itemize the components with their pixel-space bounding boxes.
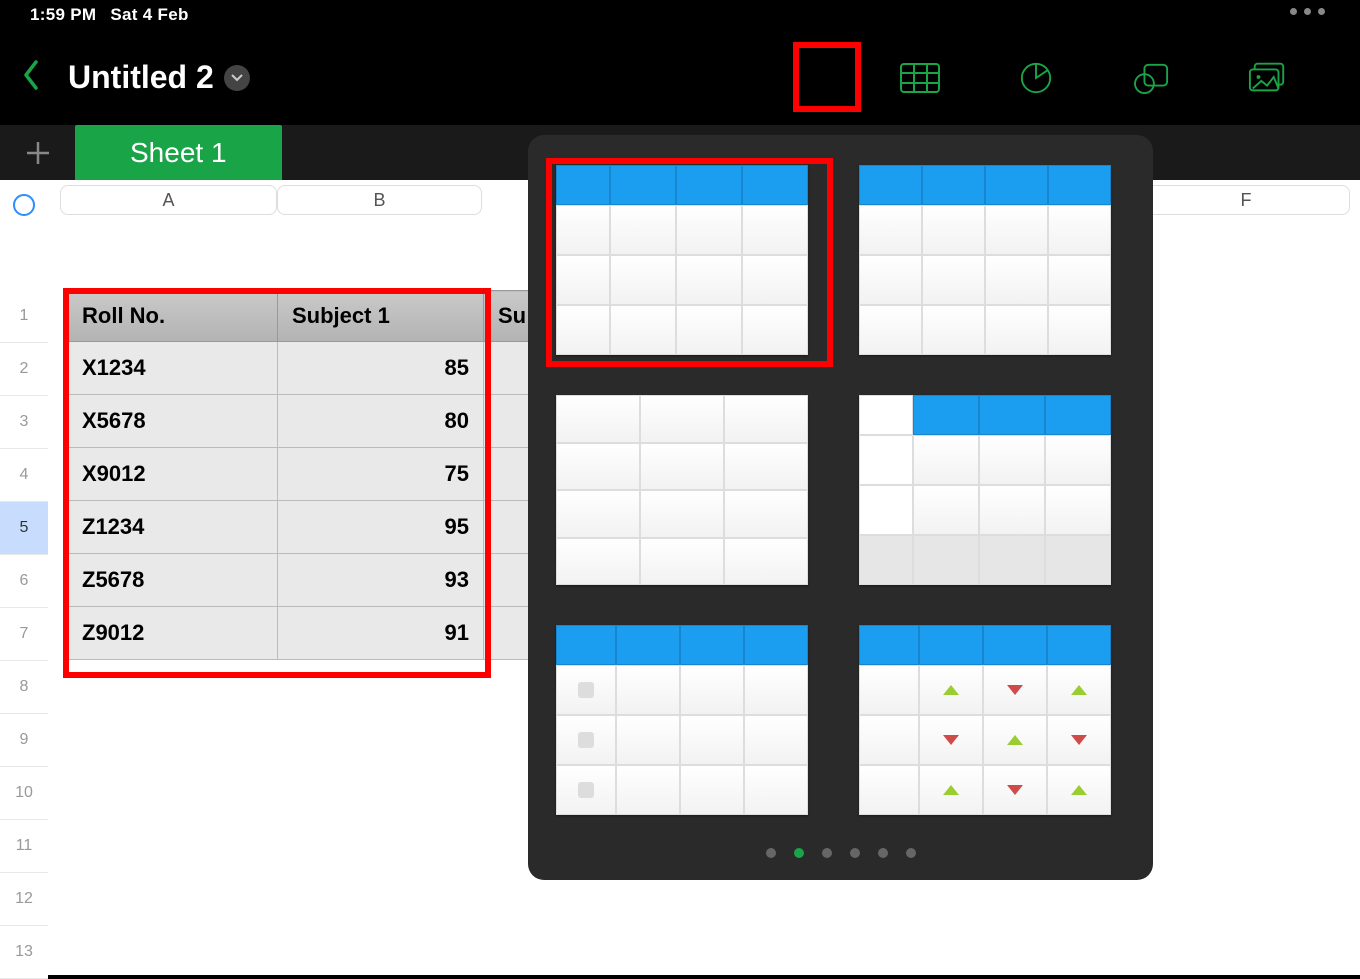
table-header-row: Roll No. Subject 1 Su [68,291,541,342]
data-table[interactable]: Roll No. Subject 1 Su X123485X567880X901… [67,290,541,660]
template-option-1[interactable] [556,165,808,355]
cell-roll[interactable]: X1234 [68,342,278,395]
pager-dot[interactable] [878,848,888,858]
select-all-corner[interactable] [0,180,48,230]
row-header-8[interactable]: 8 [0,661,48,714]
status-date: Sat 4 Feb [110,5,188,25]
row-header-13[interactable]: 13 [0,926,48,979]
template-grid [556,165,1125,815]
checkbox-icon [578,782,594,798]
cell-roll[interactable]: X9012 [68,448,278,501]
template-pager[interactable] [528,848,1153,858]
add-sheet-button[interactable] [0,125,75,180]
th-subject1[interactable]: Subject 1 [278,291,484,342]
row-header-1[interactable]: 1 [0,290,48,343]
table-row[interactable]: Z123495 [68,501,541,554]
cell-subject1[interactable]: 95 [278,501,484,554]
triangle-up-icon [943,685,959,695]
template-option-5[interactable] [556,625,808,815]
triangle-up-icon [943,785,959,795]
media-icon[interactable] [1246,56,1290,100]
cell-roll[interactable]: X5678 [68,395,278,448]
pager-dot[interactable] [906,848,916,858]
column-header-a[interactable]: A [60,185,277,215]
pager-dot[interactable] [766,848,776,858]
row-header-2[interactable]: 2 [0,343,48,396]
triangle-down-icon [943,735,959,745]
cell-subject1[interactable]: 80 [278,395,484,448]
triangle-up-icon [1071,685,1087,695]
row-header-6[interactable]: 6 [0,555,48,608]
back-button[interactable] [22,60,40,95]
row-header-10[interactable]: 10 [0,767,48,820]
chevron-down-icon[interactable] [224,65,250,91]
row-header-3[interactable]: 3 [0,396,48,449]
triangle-down-icon [1071,735,1087,745]
row-header-7[interactable]: 7 [0,608,48,661]
table-template-picker [528,135,1153,880]
column-header-b[interactable]: B [277,185,482,215]
title-bar: Untitled 2 [0,30,1360,125]
cell-subject1[interactable]: 85 [278,342,484,395]
toolbar [898,30,1290,125]
triangle-down-icon [1007,785,1023,795]
cell-roll[interactable]: Z5678 [68,554,278,607]
pager-dot[interactable] [794,848,804,858]
shape-icon[interactable] [1130,56,1174,100]
cell-roll[interactable]: Z1234 [68,501,278,554]
template-option-2[interactable] [859,165,1111,355]
column-header-f[interactable]: F [1142,185,1350,215]
status-bar: 1:59 PM Sat 4 Feb [0,0,1360,30]
chart-icon[interactable] [1014,56,1058,100]
pager-dot[interactable] [822,848,832,858]
row-header-9[interactable]: 9 [0,714,48,767]
cell-subject1[interactable]: 93 [278,554,484,607]
checkbox-icon [578,682,594,698]
table-row[interactable]: X123485 [68,342,541,395]
cell-roll[interactable]: Z9012 [68,607,278,660]
template-option-4[interactable] [859,395,1111,585]
table-icon[interactable] [898,56,942,100]
triangle-up-icon [1007,735,1023,745]
overflow-menu-icon[interactable] [1290,8,1325,15]
row-headers: 12345678910111213 [0,290,48,979]
table-row[interactable]: X901275 [68,448,541,501]
document-title-text: Untitled 2 [68,59,214,96]
template-option-6[interactable] [859,625,1111,815]
row-header-12[interactable]: 12 [0,873,48,926]
cell-subject1[interactable]: 91 [278,607,484,660]
row-header-4[interactable]: 4 [0,449,48,502]
table-row[interactable]: Z901291 [68,607,541,660]
table-row[interactable]: X567880 [68,395,541,448]
triangle-up-icon [1071,785,1087,795]
triangle-down-icon [1007,685,1023,695]
pager-dot[interactable] [850,848,860,858]
cell-subject1[interactable]: 75 [278,448,484,501]
th-roll[interactable]: Roll No. [68,291,278,342]
row-header-5[interactable]: 5 [0,502,48,555]
checkbox-icon [578,732,594,748]
sheet-tab-active[interactable]: Sheet 1 [75,125,282,180]
row-header-11[interactable]: 11 [0,820,48,873]
table-row[interactable]: Z567893 [68,554,541,607]
template-option-3[interactable] [556,395,808,585]
sheet-tab-label: Sheet 1 [130,137,227,169]
document-title[interactable]: Untitled 2 [68,59,250,96]
status-time: 1:59 PM [30,5,96,25]
selection-handle-icon [13,194,35,216]
